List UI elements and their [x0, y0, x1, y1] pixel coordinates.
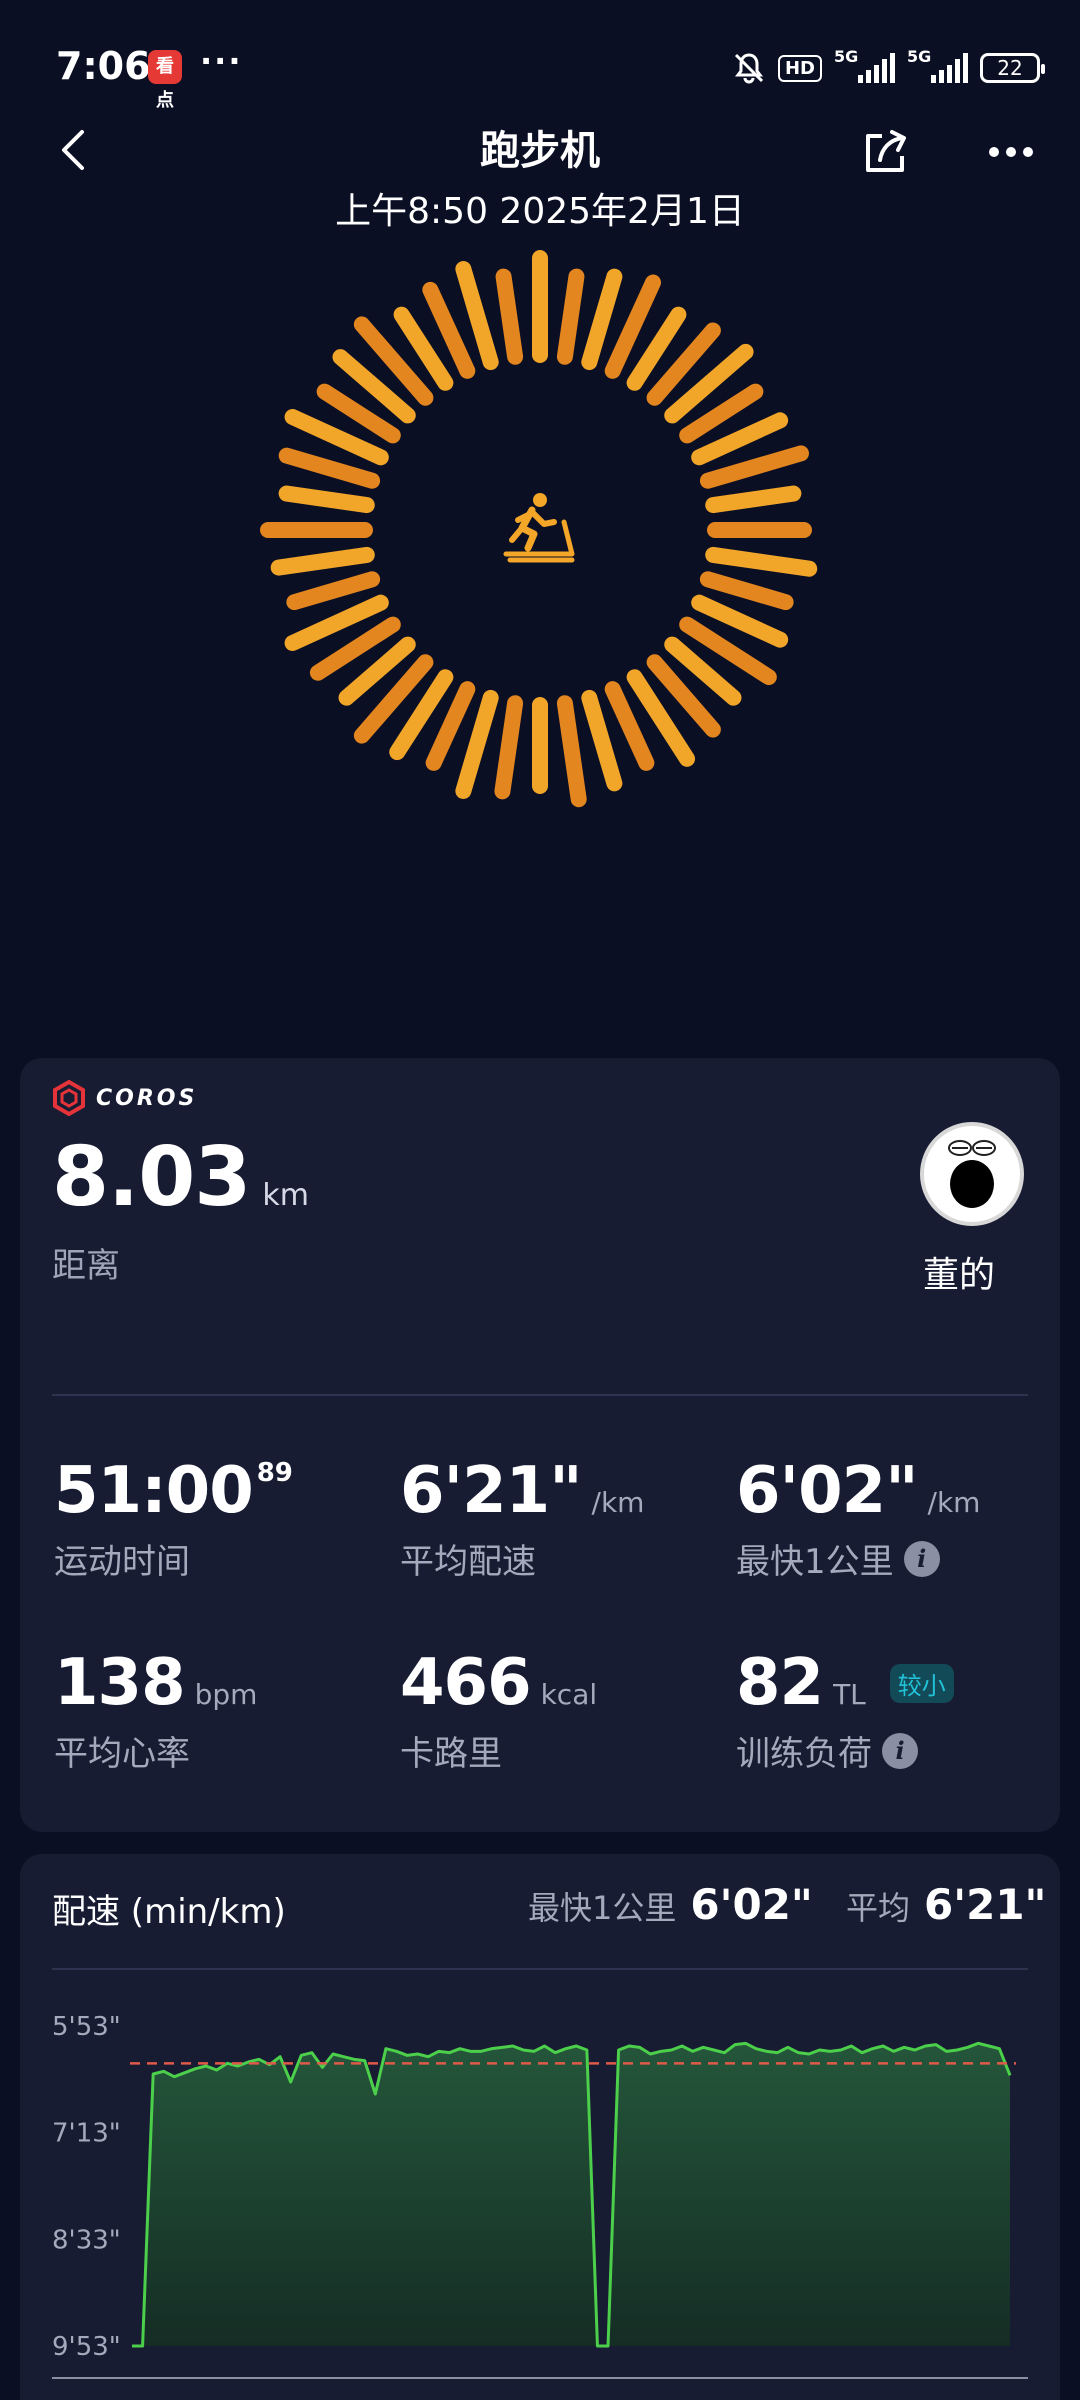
status-icons: HD 5G 5G 22 — [732, 47, 1045, 88]
distance-unit: km — [262, 1178, 309, 1213]
burst-ray — [495, 268, 524, 365]
burst-ray — [705, 485, 802, 514]
activity-datetime: 上午8:50 2025年2月1日 — [335, 191, 745, 232]
metric-value: 138 — [54, 1646, 186, 1720]
more-horizontal-icon — [989, 147, 1033, 157]
signal-icon-sim1: 5G — [834, 47, 895, 83]
avatar[interactable] — [920, 1122, 1024, 1226]
metric-unit: /km — [927, 1486, 981, 1519]
metric-unit: /km — [591, 1486, 645, 1519]
app-notification-icon: 看点 — [148, 50, 182, 111]
divider — [52, 1394, 1028, 1396]
burst-ray — [556, 268, 585, 365]
burst-ray — [556, 695, 587, 808]
hd-voice-icon: HD — [777, 54, 822, 82]
mute-bell-icon — [734, 53, 764, 84]
coros-hexagon-icon — [53, 1080, 85, 1116]
burst-ray — [278, 485, 375, 514]
pace-chart[interactable]: 5'53" 7'13" 8'33" 9'53" — [20, 1854, 1060, 2400]
activity-burst-graphic — [260, 250, 818, 808]
burst-ray — [455, 689, 499, 799]
metric-value-fraction: 89 — [256, 1458, 293, 1488]
burst-ray — [581, 689, 623, 792]
metric-label: 训练负荷 — [736, 1734, 872, 1774]
burst-ray — [278, 447, 381, 489]
network-type-label: 5G — [907, 47, 932, 66]
pace-area — [132, 2043, 1010, 2346]
metric-calories: 466 kcal 卡路里 — [400, 1646, 730, 1775]
burst-ray — [699, 571, 794, 611]
y-tick-label: 9'53" — [52, 2332, 121, 2362]
burst-ray — [494, 695, 524, 800]
network-type-label: 5G — [834, 47, 859, 66]
activity-summary-card: COROS 8.03 km 距离 董的 51:00 89 运动时间 6'21" … — [20, 1058, 1060, 1832]
coros-logo: COROS — [52, 1080, 197, 1116]
metric-value: 82 — [736, 1646, 824, 1720]
info-icon[interactable]: i — [903, 1540, 940, 1577]
training-load-badge: 较小 — [889, 1663, 954, 1703]
pace-chart-card: 配速 (min/km) 最快1公里 6'02" 平均 6'21" 5'53" 7'… — [20, 1854, 1060, 2400]
y-tick-label: 8'33" — [52, 2225, 121, 2255]
user-name[interactable]: 董的 — [923, 1246, 995, 1298]
metric-label: 最快1公里 — [736, 1542, 894, 1582]
battery-icon: 22 — [980, 53, 1045, 83]
metric-fastest-km: 6'02" /km 最快1公里 i — [736, 1454, 1066, 1583]
share-icon — [866, 130, 906, 172]
burst-ray — [705, 546, 818, 577]
brand-name: COROS — [96, 1085, 198, 1111]
metric-value: 6'02" — [736, 1454, 919, 1528]
metric-value: 466 — [400, 1646, 532, 1720]
more-notifications-icon: ··· — [200, 42, 243, 80]
distance-value: 8.03 — [52, 1130, 251, 1225]
burst-ray — [286, 571, 381, 611]
burst-ray — [455, 261, 499, 371]
y-tick-label: 5'53" — [52, 2012, 121, 2042]
metric-unit: TL — [833, 1678, 866, 1711]
avatar-face-icon — [948, 1140, 996, 1208]
signal-icon-sim2: 5G — [907, 47, 968, 83]
y-tick-label: 7'13" — [52, 2119, 121, 2149]
distance-label: 距离 — [52, 1246, 120, 1286]
status-time: 7:06 — [56, 44, 151, 88]
treadmill-runner-icon — [503, 493, 575, 563]
share-button[interactable] — [858, 124, 914, 180]
burst-ray — [699, 445, 809, 489]
metric-training-load: 82 TL 较小 训练负荷 i — [736, 1646, 1066, 1775]
metric-unit: kcal — [540, 1678, 598, 1711]
metric-label: 平均心率 — [54, 1734, 190, 1774]
metric-duration: 51:00 89 运动时间 — [54, 1454, 384, 1583]
status-bar: 7:06 看点 ··· HD 5G 5G 22 — [0, 0, 1080, 120]
more-options-button[interactable] — [986, 134, 1036, 170]
metric-label: 平均配速 — [400, 1542, 536, 1582]
metric-label: 运动时间 — [54, 1542, 190, 1582]
burst-ray — [270, 546, 375, 576]
burst-ray — [581, 268, 623, 371]
info-icon[interactable]: i — [882, 1732, 918, 1769]
distance: 8.03 km — [52, 1130, 309, 1225]
page-title: 跑步机 — [480, 128, 600, 174]
metric-avg-heart-rate: 138 bpm 平均心率 — [54, 1646, 384, 1775]
metric-avg-pace: 6'21" /km 平均配速 — [400, 1454, 730, 1583]
metric-value: 6'21" — [400, 1454, 583, 1528]
metric-label: 卡路里 — [400, 1734, 502, 1774]
metric-value: 51:00 — [54, 1454, 254, 1528]
metric-unit: bpm — [194, 1678, 258, 1711]
